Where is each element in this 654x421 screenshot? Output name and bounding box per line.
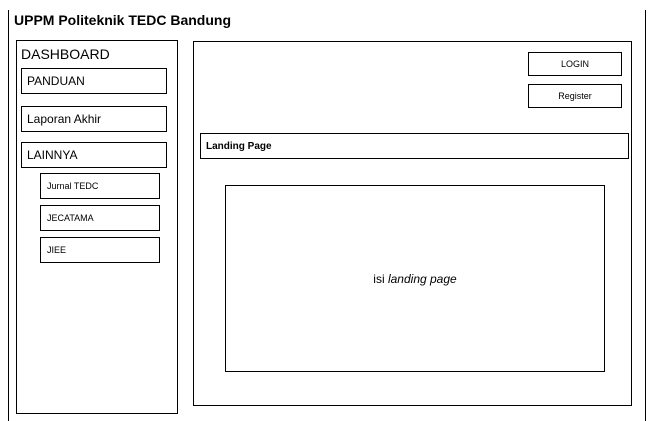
sidebar-subitem-jiee[interactable]: JIEE (40, 237, 160, 263)
content-emphasis: landing page (387, 271, 457, 286)
sidebar-subitem-jecatama[interactable]: JECATAMA (40, 205, 160, 231)
content-prefix: isi (373, 271, 388, 286)
section-title: Landing Page (206, 140, 272, 152)
sidebar-subitem-label: Jurnal TEDC (47, 181, 99, 191)
sidebar-item-laporan-akhir[interactable]: Laporan Akhir (21, 106, 167, 132)
sidebar-subitem-jurnal-tedc[interactable]: Jurnal TEDC (40, 173, 160, 199)
landing-page-content: isi landing page (225, 185, 605, 372)
login-button[interactable]: LOGIN (528, 52, 622, 76)
sidebar-item-panduan[interactable]: PANDUAN (21, 68, 167, 94)
sidebar-item-lainnya[interactable]: LAINNYA (21, 142, 167, 168)
app-title: UPPM Politeknik TEDC Bandung (14, 12, 232, 28)
sidebar-item-label: Laporan Akhir (27, 112, 102, 126)
register-button[interactable]: Register (528, 84, 622, 108)
content-text: isi landing page (373, 272, 456, 286)
sidebar-title: DASHBOARD (21, 46, 110, 62)
sidebar-item-label: PANDUAN (27, 74, 85, 88)
login-button-label: LOGIN (560, 59, 589, 69)
sidebar-subitem-label: JECATAMA (47, 213, 94, 223)
register-button-label: Register (558, 91, 592, 101)
sidebar-subitem-label: JIEE (47, 245, 67, 255)
sidebar-item-label: LAINNYA (27, 148, 78, 162)
section-title-bar: Landing Page (200, 133, 629, 159)
